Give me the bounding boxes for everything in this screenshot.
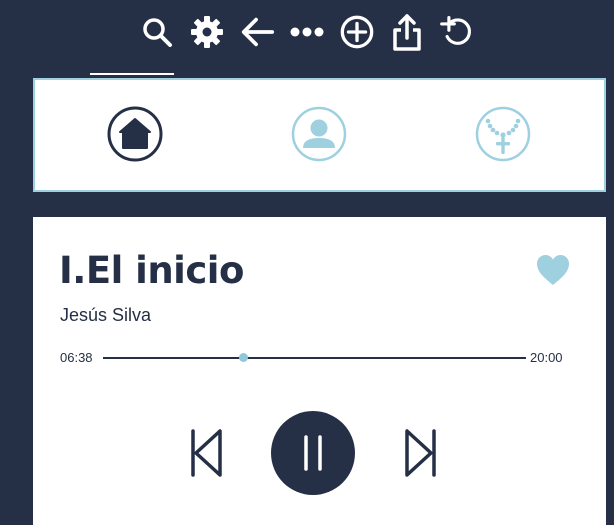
progress-bar[interactable]	[103, 353, 526, 362]
favorite-button[interactable]	[535, 253, 571, 287]
gear-icon	[191, 16, 223, 48]
share-button[interactable]	[389, 12, 425, 52]
next-button[interactable]	[403, 428, 439, 478]
home-icon	[107, 106, 163, 162]
back-button[interactable]	[239, 12, 275, 52]
arrow-left-icon	[241, 17, 275, 47]
tab-indicator	[90, 73, 174, 75]
pause-icon	[304, 435, 322, 471]
progress-handle[interactable]	[239, 353, 249, 362]
track-artist: Jesús Silva	[60, 305, 152, 325]
add-button[interactable]	[339, 12, 375, 52]
skip-next-icon	[405, 429, 436, 477]
nav-item-rosary[interactable]	[475, 106, 531, 162]
toolbar	[0, 8, 614, 56]
total-time: 20:00	[530, 350, 563, 365]
nav-item-home[interactable]	[107, 106, 163, 162]
player-card: I.El inicio Jesús Silva 06:38 20:00	[33, 217, 606, 525]
current-time: 06:38	[60, 350, 93, 365]
undo-button[interactable]	[439, 12, 475, 52]
settings-button[interactable]	[189, 12, 225, 52]
previous-button[interactable]	[188, 428, 224, 478]
share-icon	[393, 14, 421, 51]
track-title: I.El inicio	[59, 249, 244, 292]
pause-button[interactable]	[271, 411, 355, 495]
rosary-icon	[475, 106, 531, 162]
undo-icon	[440, 16, 471, 45]
search-icon	[143, 18, 172, 47]
nav-bar	[33, 78, 606, 192]
heart-icon	[537, 255, 569, 285]
more-button[interactable]	[289, 12, 325, 52]
search-button[interactable]	[139, 12, 175, 52]
user-icon	[291, 106, 347, 162]
plus-circle-icon	[340, 15, 374, 49]
skip-previous-icon	[191, 429, 222, 477]
more-icon	[290, 27, 324, 37]
nav-item-profile[interactable]	[291, 106, 347, 162]
